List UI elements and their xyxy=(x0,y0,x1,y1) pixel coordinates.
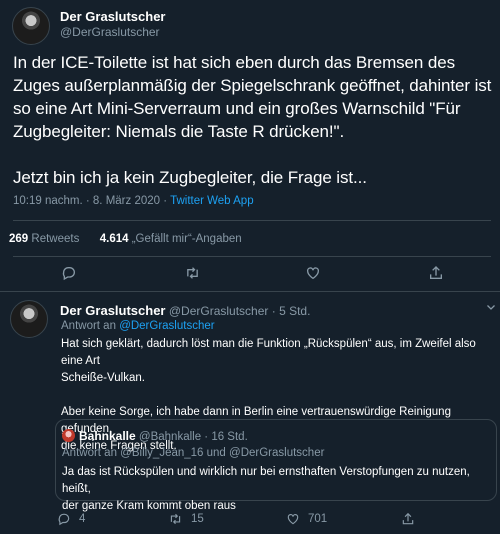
share-icon xyxy=(402,512,414,525)
tweet-text-line: Zuges außerplanmäßig der Spiegelschrank … xyxy=(13,76,492,95)
reply-replying-to: Antwort an @DerGraslutscher xyxy=(61,320,215,332)
reply-text-line: Hat sich geklärt, dadurch löst man die F… xyxy=(61,338,476,367)
reply-time[interactable]: · 5 Std. xyxy=(272,304,311,318)
divider xyxy=(13,220,491,221)
likes-stat[interactable]: 4.614 „Gefällt mir“-Angaben xyxy=(100,233,242,245)
tweet-timestamp[interactable]: 10:19 nachm. · 8. März 2020 · xyxy=(13,195,167,207)
retweet-icon xyxy=(170,513,181,525)
tweet-stats: 269 Retweets 4.614 „Gefällt mir“-Angaben xyxy=(9,233,242,245)
reply-reply-button[interactable]: 4 xyxy=(57,512,85,526)
like-label: „Gefällt mir“-Angaben xyxy=(131,233,242,245)
retweet-label: Retweets xyxy=(31,233,80,245)
tweet-text-line: In der ICE-Toilette ist hat sich eben du… xyxy=(13,53,455,72)
replying-to-label: Antwort an xyxy=(61,320,116,332)
retweet-icon xyxy=(187,267,198,279)
like-button[interactable] xyxy=(305,265,321,281)
tweet-text-line: so eine Art Mini-Serverraum und ein groß… xyxy=(13,99,461,118)
quote-author-avatar xyxy=(62,429,75,442)
reply-author-name[interactable]: Der Graslutscher xyxy=(60,303,166,318)
reply-author-avatar[interactable] xyxy=(10,300,48,338)
quoted-tweet[interactable]: Bahnkalle @Bahnkalle · 16 Std. Antwort a… xyxy=(55,419,497,512)
author-avatar[interactable] xyxy=(12,7,50,45)
reply-header: Der Graslutscher @DerGraslutscher · 5 St… xyxy=(60,303,310,318)
chevron-down-icon[interactable] xyxy=(485,301,497,316)
reply-button[interactable] xyxy=(61,265,77,281)
tweet-text: In der ICE-Toilette ist hat sich eben du… xyxy=(13,51,493,189)
reply-author-handle[interactable]: @DerGraslutscher xyxy=(169,304,269,318)
reply-like-button[interactable]: 701 xyxy=(286,512,327,526)
reply-icon xyxy=(58,513,70,526)
tweet-meta: 10:19 nachm. · 8. März 2020 · Twitter We… xyxy=(13,195,254,207)
reply-share-button[interactable] xyxy=(401,512,415,526)
quote-author-handle: @Bahnkalle xyxy=(138,431,202,443)
reply-count: 4 xyxy=(79,513,86,525)
tweet-text-line: Zugbegleiter: Niemals die Taste R drücke… xyxy=(13,122,345,141)
like-icon xyxy=(307,267,319,280)
tweet-source[interactable]: Twitter Web App xyxy=(170,195,254,207)
reply-retweet-button[interactable]: 15 xyxy=(168,512,204,526)
like-count: 4.614 xyxy=(99,233,129,245)
quote-time: · 16 Std. xyxy=(204,431,248,443)
tweet-text-line: Jetzt bin ich ja kein Zugbegleiter, die … xyxy=(13,168,367,187)
divider xyxy=(13,256,491,257)
share-button[interactable] xyxy=(428,265,444,281)
reply-retweet-count: 15 xyxy=(191,513,204,525)
reply-icon xyxy=(62,267,75,281)
retweet-count: 269 xyxy=(9,233,29,245)
quote-text-line: Ja das ist Rückspülen und wirklich nur b… xyxy=(62,466,470,495)
like-icon xyxy=(287,514,299,525)
share-icon xyxy=(430,266,442,279)
quote-author-name: Bahnkalle xyxy=(79,429,136,443)
quote-text-line: der ganze Kram kommt oben raus xyxy=(62,500,236,512)
retweet-button[interactable] xyxy=(184,265,201,281)
retweets-stat[interactable]: 269 Retweets xyxy=(9,233,83,245)
replying-to-handle[interactable]: @DerGraslutscher xyxy=(119,320,214,332)
reply-like-count: 701 xyxy=(308,513,328,525)
quote-replying-to: Antwort an @Billy_Jean_16 und @DerGraslu… xyxy=(62,447,325,459)
author-handle[interactable]: @DerGraslutscher xyxy=(60,25,160,39)
author-name[interactable]: Der Graslutscher xyxy=(60,9,166,24)
reply-text-line: Scheiße-Vulkan. xyxy=(61,372,145,384)
quote-text: Ja das ist Rückspülen und wirklich nur b… xyxy=(62,464,492,515)
quote-header: Bahnkalle @Bahnkalle · 16 Std. xyxy=(79,429,248,443)
divider xyxy=(0,291,500,292)
